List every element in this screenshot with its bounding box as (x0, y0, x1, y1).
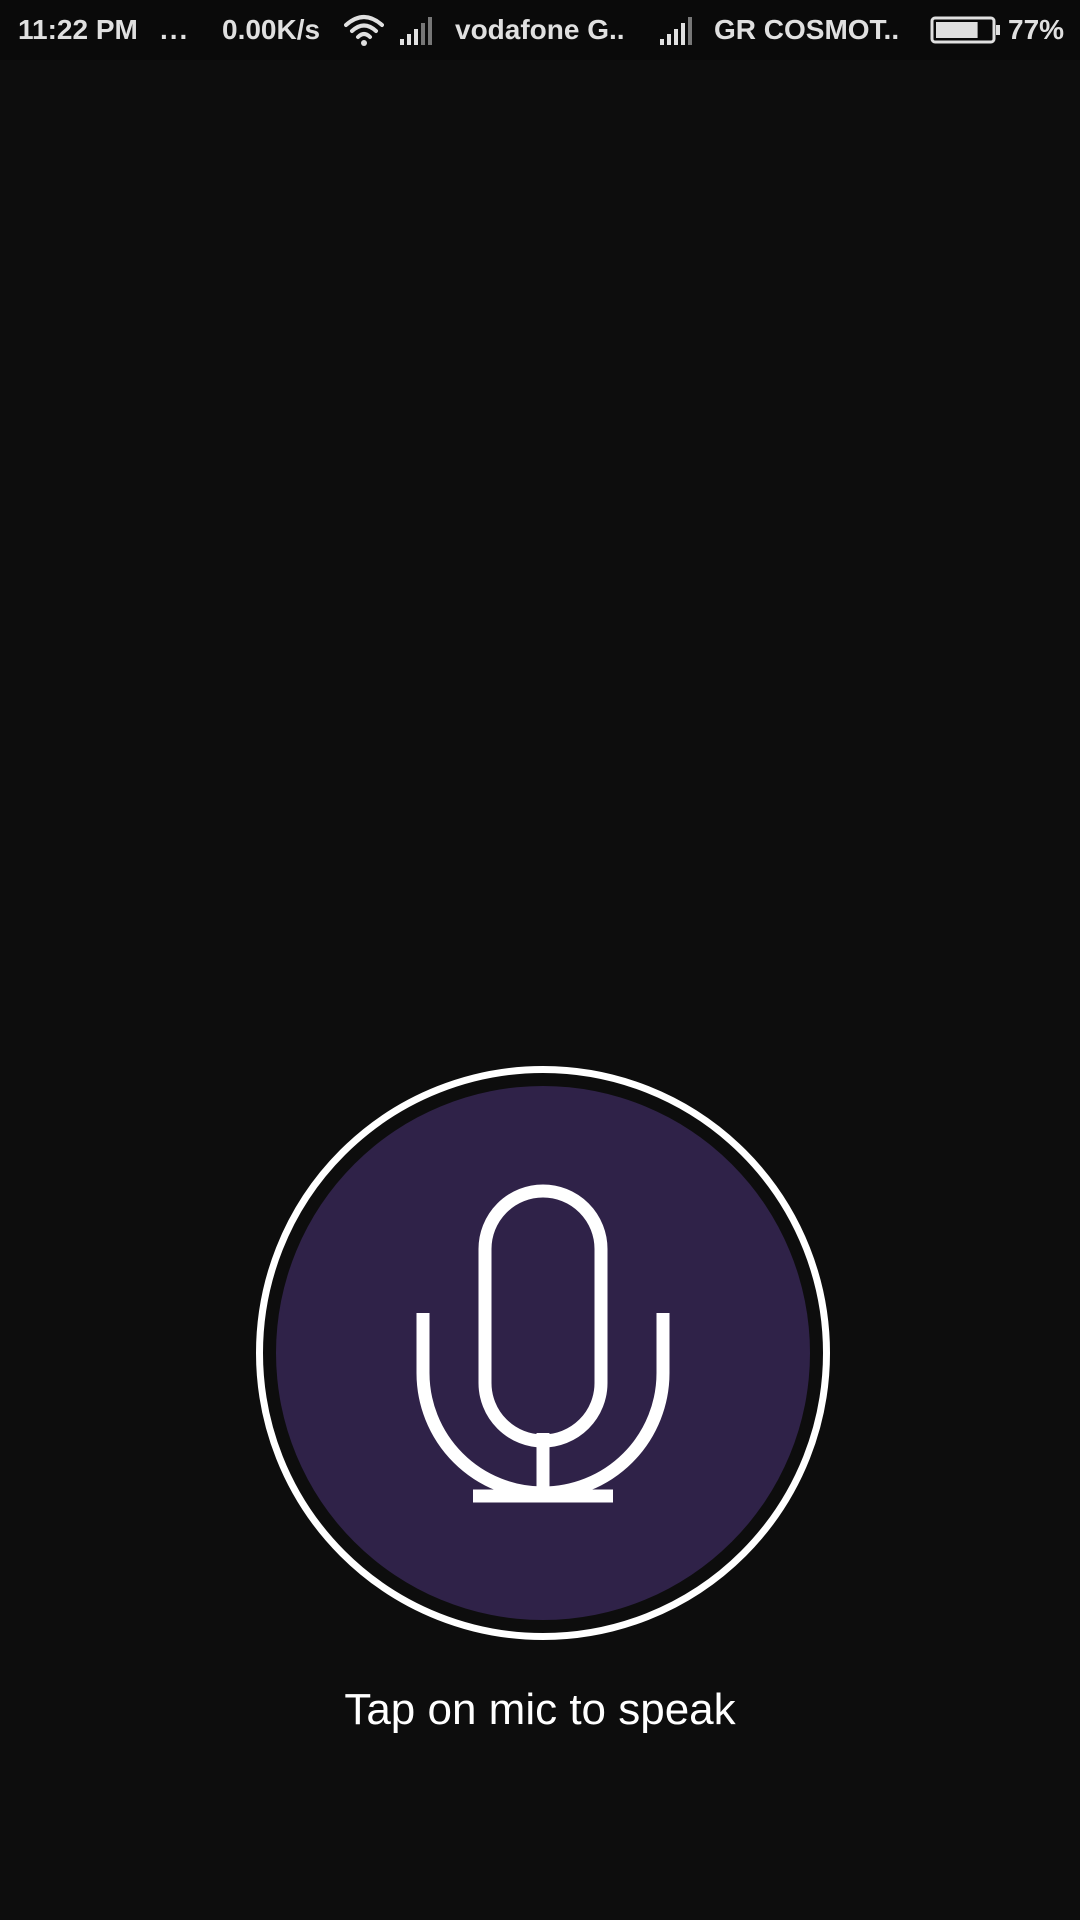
more-notifications-indicator: ... (160, 14, 190, 45)
battery-icon (930, 0, 1002, 60)
carrier-2-name: GR COSMOT.. (714, 14, 900, 45)
speak-prompt: Tap on mic to speak (344, 1685, 736, 1734)
mic-button-fill (276, 1086, 810, 1620)
signal-icon (658, 0, 698, 60)
microphone-icon (416, 1184, 670, 1503)
wifi-icon (344, 0, 384, 60)
battery-percent: 77% (1008, 14, 1065, 45)
carrier-1-name: vodafone G.. (455, 14, 625, 45)
network-speed: 0.00K/s (222, 14, 321, 45)
status-bar: 11:22 PM ... 0.00K/s vodafone G.. GR COS… (0, 0, 1080, 60)
status-time: 11:22 PM (18, 14, 138, 45)
signal-icon (398, 0, 438, 60)
mic-button[interactable] (256, 1066, 830, 1640)
